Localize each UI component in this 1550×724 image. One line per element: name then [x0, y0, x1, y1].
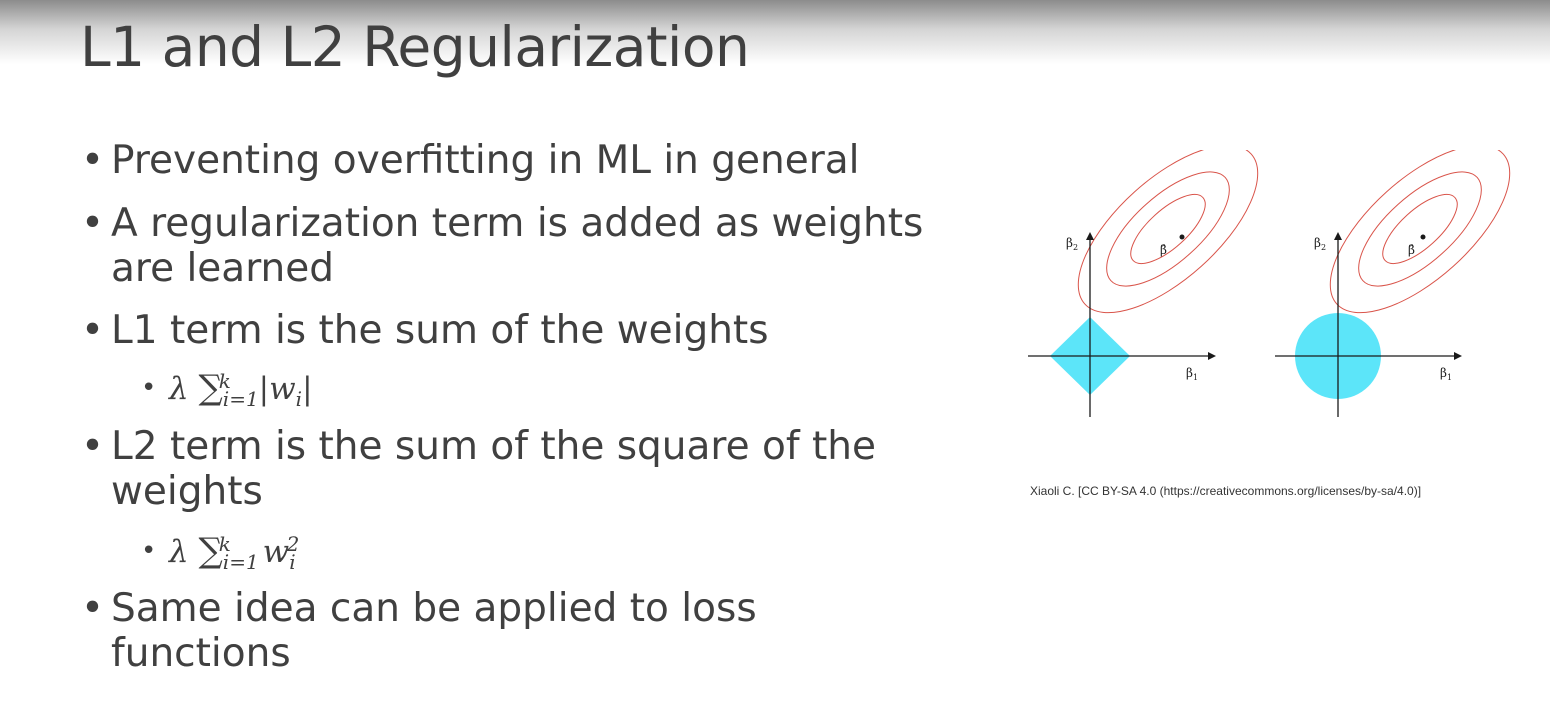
regularization-diagram: β̂ β2 β1 β̂ β2 β1: [1028, 150, 1511, 417]
l1-y-axis-arrow: [1086, 232, 1094, 240]
bullet-text: A regularization term is added as weight…: [111, 201, 924, 246]
l2-x-axis-arrow: [1454, 352, 1462, 360]
contour-ellipse: [1329, 150, 1511, 314]
y-axis-subscript: 2: [1073, 243, 1078, 252]
y-axis-subscript: 2: [1321, 243, 1326, 252]
lambda-symbol: λ: [169, 371, 189, 407]
y-axis-symbol: β: [1066, 236, 1073, 250]
bullet-marker: •: [81, 308, 105, 353]
l2-formula: • λ ∑i=1k wi2: [141, 531, 300, 572]
contour-ellipse: [1077, 150, 1259, 314]
bullet-text: Preventing overfitting in ML in general: [111, 138, 860, 183]
abs-close: |: [302, 371, 313, 407]
l1-x-axis-arrow: [1208, 352, 1216, 360]
y-axis-symbol: β: [1314, 236, 1321, 250]
x-axis-subscript: 1: [1193, 373, 1198, 382]
x-axis-symbol: β: [1186, 366, 1193, 380]
bullet-text: functions: [111, 631, 291, 676]
l1-x-axis-label: β1: [1186, 366, 1198, 382]
l1-estimate-point: [1179, 234, 1185, 240]
l1-formula: • λ ∑i=1k |wi|: [141, 368, 313, 409]
bullet-marker: •: [81, 201, 105, 246]
bullet-list: • Preventing overfitting in ML in genera…: [0, 0, 1000, 724]
l2-estimate-point: [1420, 234, 1426, 240]
l1-error-contours: [1077, 150, 1259, 314]
bullet-item: • A regularization term is added as weig…: [81, 201, 924, 246]
image-credit: Xiaoli C. [CC BY-SA 4.0 (https://creativ…: [1030, 484, 1422, 498]
l1-beta-hat-label: β̂: [1160, 243, 1167, 257]
l1-panel: β̂ β2 β1: [1028, 150, 1259, 417]
bullet-marker: •: [81, 138, 105, 183]
bullet-text: L1 term is the sum of the weights: [111, 308, 769, 353]
bullet-text-continued: functions: [111, 631, 291, 676]
sub-bullet-marker: •: [141, 373, 157, 403]
bullet-text: weights: [111, 469, 263, 514]
bullet-item: • Preventing overfitting in ML in genera…: [81, 138, 860, 183]
bullet-item: • L1 term is the sum of the weights: [81, 308, 769, 353]
l1-y-axis-label: β2: [1066, 236, 1078, 252]
sum-upper-limit: k: [218, 368, 231, 393]
abs-open: |: [258, 371, 270, 407]
sub-bullet-marker: •: [141, 536, 157, 566]
l2-error-contours: [1329, 150, 1511, 314]
bullet-marker: •: [81, 424, 105, 469]
lambda-symbol: λ: [169, 534, 189, 570]
contour-ellipse: [1382, 194, 1458, 264]
l2-panel: β̂ β2 β1: [1275, 150, 1511, 417]
contour-ellipse: [1358, 171, 1482, 287]
l2-y-axis-label: β2: [1314, 236, 1326, 252]
weight-symbol: w: [262, 534, 290, 570]
bullet-text: are learned: [111, 246, 335, 291]
bullet-item: • L2 term is the sum of the square of th…: [81, 424, 876, 469]
l2-beta-hat-label: β̂: [1408, 243, 1415, 257]
l2-x-axis-label: β1: [1440, 366, 1452, 382]
sum-upper-limit: k: [218, 531, 231, 556]
bullet-text: L2 term is the sum of the square of the: [111, 424, 876, 469]
x-axis-subscript: 1: [1447, 373, 1452, 382]
x-axis-symbol: β: [1440, 366, 1447, 380]
weight-power: 2: [286, 531, 300, 556]
weight-symbol: w: [269, 371, 296, 407]
contour-ellipse: [1106, 171, 1230, 287]
bullet-text-continued: are learned: [111, 246, 334, 291]
bullet-text-continued: weights: [111, 469, 263, 514]
contour-ellipse: [1130, 194, 1206, 264]
bullet-item: • Same idea can be applied to loss: [81, 586, 757, 631]
bullet-text: Same idea can be applied to loss: [111, 586, 757, 631]
l2-y-axis-arrow: [1334, 232, 1342, 240]
bullet-marker: •: [81, 586, 105, 631]
